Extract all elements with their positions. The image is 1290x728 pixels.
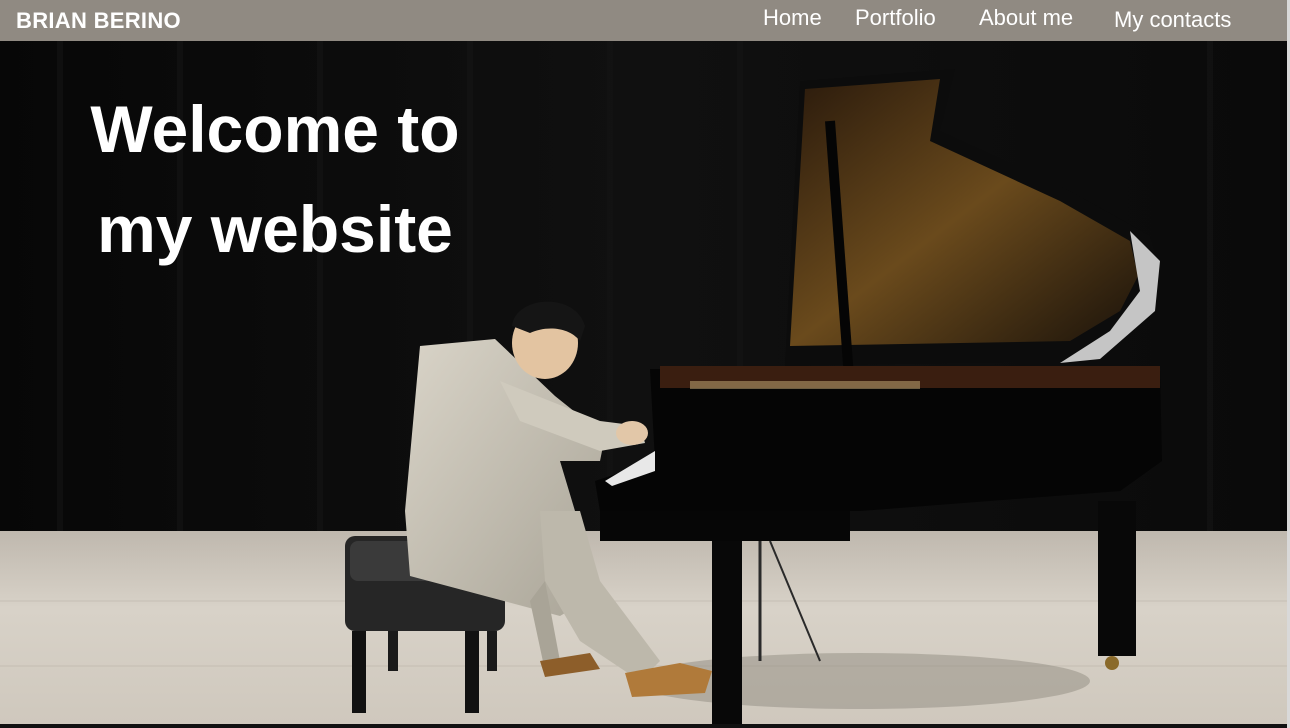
hero-headline-line2: my website — [97, 192, 453, 266]
page-bottom-edge — [0, 724, 1290, 728]
top-navbar: BRIAN BERINO Home Portfolio About me My … — [0, 0, 1287, 41]
hero-headline-line1: Welcome to — [90, 92, 460, 166]
nav-about-link[interactable]: About me — [979, 5, 1073, 31]
hero-headline: Welcome to my website — [40, 79, 510, 279]
nav-home-link[interactable]: Home — [763, 5, 822, 31]
site-brand[interactable]: BRIAN BERINO — [16, 8, 181, 34]
nav-contacts-link[interactable]: My contacts — [1114, 7, 1231, 33]
nav-portfolio-link[interactable]: Portfolio — [855, 5, 936, 31]
hero-section: Welcome to my website — [0, 41, 1287, 724]
